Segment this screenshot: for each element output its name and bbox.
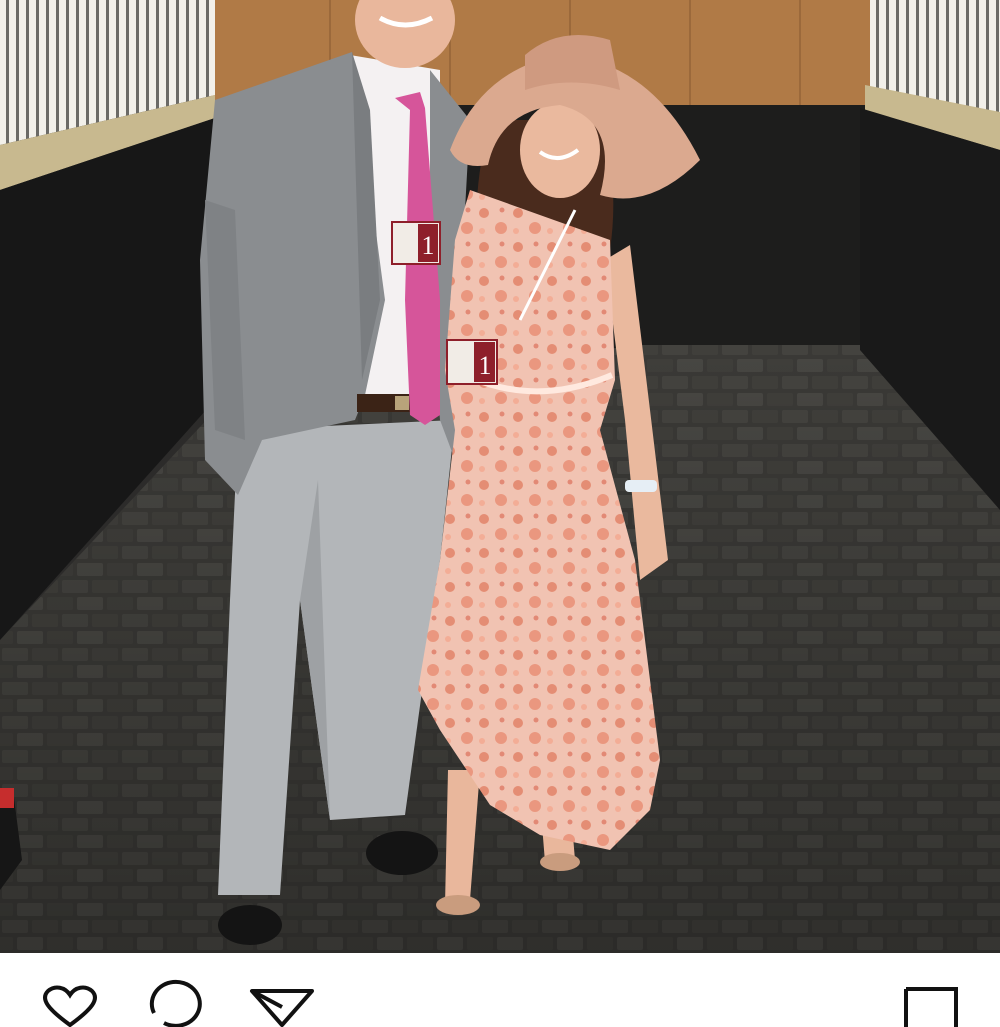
heart-icon[interactable] [38,985,102,1027]
man-badge-number: 1 [422,231,435,260]
comment-icon[interactable] [148,979,204,1027]
bookmark-icon[interactable] [902,987,960,1027]
post-action-bar [0,953,1000,1027]
woman-name-badge: 1 [446,339,498,385]
woman-badge-number: 1 [479,351,492,380]
photo-illustration: 1 1 [0,0,1000,953]
paper-plane-icon[interactable] [248,987,316,1027]
man-name-badge: 1 [391,221,441,265]
post-photo[interactable]: 1 1 [0,0,1000,953]
